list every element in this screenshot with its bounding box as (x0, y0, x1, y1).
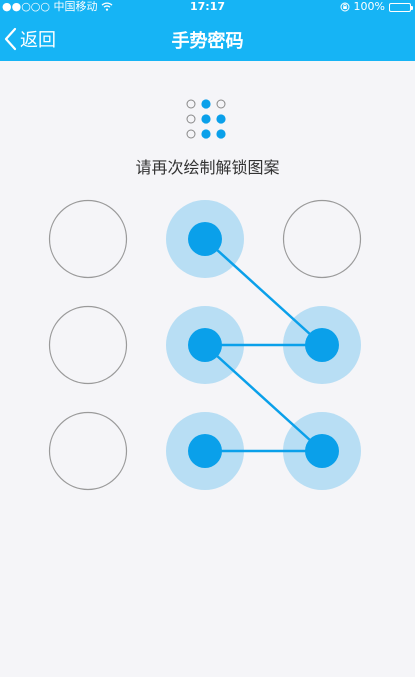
pattern-node-5[interactable] (188, 328, 222, 362)
pattern-node-3[interactable] (282, 199, 362, 279)
pattern-node-1[interactable] (48, 199, 128, 279)
pattern-node-4[interactable] (48, 305, 128, 385)
pattern-node-7[interactable] (48, 411, 128, 491)
pattern-node-9[interactable] (305, 434, 339, 468)
pattern-node-6[interactable] (305, 328, 339, 362)
gesture-pattern-pad[interactable] (0, 0, 415, 677)
pattern-node-2[interactable] (188, 222, 222, 256)
pattern-node-8[interactable] (188, 434, 222, 468)
